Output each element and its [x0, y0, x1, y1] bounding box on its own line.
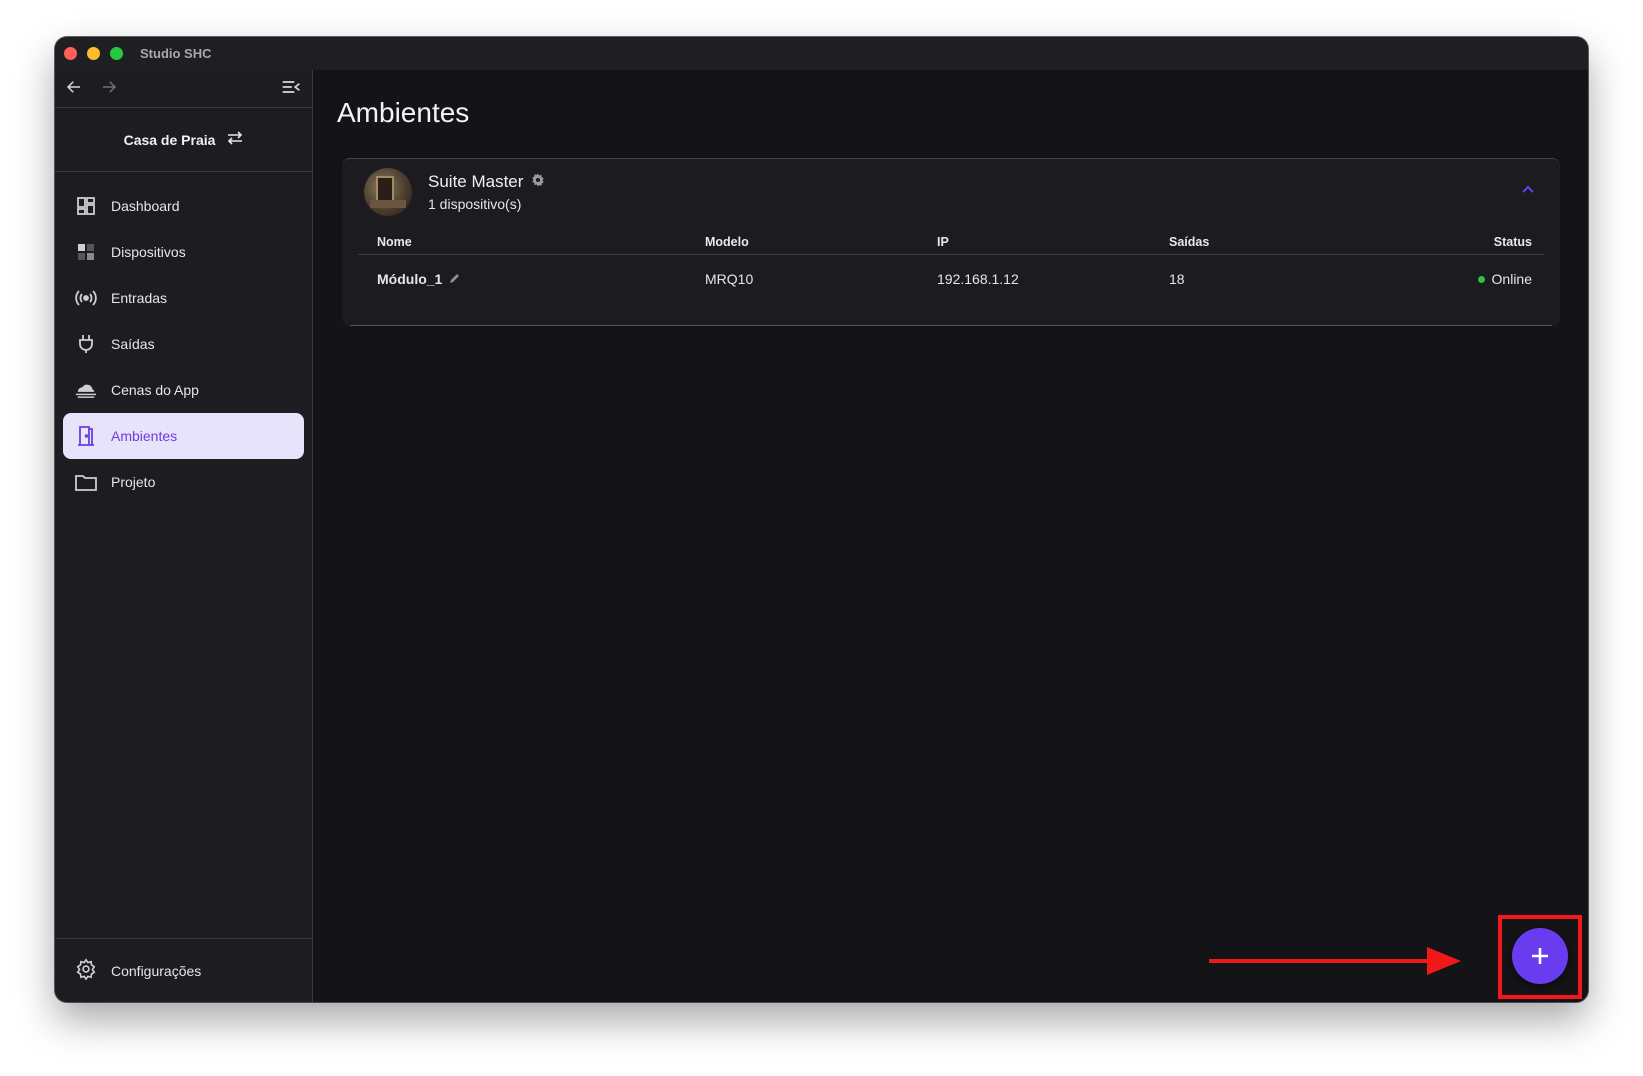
room-card: Suite Master 1 dispositivo(s) Nome Model…: [342, 158, 1560, 326]
sidebar-menu: Dashboard Dispositivos Entradas Saídas C…: [55, 172, 312, 505]
column-header: Nome: [377, 234, 412, 249]
page-title: Ambientes: [337, 97, 470, 128]
column-header: Modelo: [705, 234, 749, 249]
table-header: Nome Modelo IP Saídas Status: [358, 229, 1544, 255]
minimize-window-button[interactable]: [87, 47, 100, 60]
settings-label: Configurações: [111, 962, 202, 979]
back-arrow-icon[interactable]: [65, 78, 83, 101]
sidebar: Casa de Praia Dashboard Dispositivos Ent…: [55, 70, 313, 1002]
room-title: Suite Master: [428, 172, 545, 192]
sidebar-item-dispositivos[interactable]: Dispositivos: [63, 229, 304, 275]
cloud-icon: [75, 379, 97, 401]
online-status-dot: [1477, 275, 1485, 283]
close-window-button[interactable]: [64, 47, 77, 60]
status-text: Online: [1491, 271, 1532, 287]
annotation-arrow: [1209, 947, 1461, 975]
swap-icon: [227, 131, 243, 148]
column-header: Status: [1493, 234, 1532, 249]
broadcast-icon: [75, 287, 97, 309]
project-switcher[interactable]: Casa de Praia: [55, 108, 312, 172]
door-icon: [75, 425, 97, 447]
table-row[interactable]: Módulo_1 MRQ10 192.168.1.12 18 Online: [358, 255, 1544, 303]
dashboard-icon: [75, 195, 97, 217]
window-title: Studio SHC: [140, 46, 212, 61]
room-settings-gear-icon[interactable]: [531, 172, 545, 192]
device-status: Online: [1401, 271, 1544, 287]
devices-icon: [75, 241, 97, 263]
sidebar-item-ambientes[interactable]: Ambientes: [63, 413, 304, 459]
column-header: Saídas: [1169, 234, 1210, 249]
sidebar-item-label: Projeto: [111, 474, 156, 490]
device-ip: 192.168.1.12: [937, 271, 1019, 287]
sidebar-item-entradas[interactable]: Entradas: [63, 275, 304, 321]
device-outputs: 18: [1169, 271, 1185, 287]
device-name-cell: Módulo_1: [358, 271, 705, 287]
main-content: Ambientes Suite Master 1 dispositivo(s) …: [313, 70, 1588, 1002]
sidebar-item-projeto[interactable]: Projeto: [63, 459, 304, 505]
forward-arrow-icon[interactable]: [100, 78, 118, 101]
sidebar-item-label: Dashboard: [111, 198, 180, 214]
sidebar-item-label: Dispositivos: [111, 244, 186, 260]
sidebar-item-configuracoes[interactable]: Configurações: [55, 938, 312, 1002]
app-window: Studio SHC Casa de Praia Dashboard Dispo…: [55, 37, 1588, 1002]
column-header: IP: [937, 234, 949, 249]
title-bar: Studio SHC: [55, 37, 1588, 70]
collapse-sidebar-icon[interactable]: [281, 78, 301, 101]
device-name: Módulo_1: [377, 271, 443, 287]
device-model: MRQ10: [705, 271, 754, 287]
maximize-window-button[interactable]: [110, 47, 123, 60]
sidebar-item-label: Saídas: [111, 336, 155, 352]
project-name: Casa de Praia: [123, 131, 216, 148]
device-count: 1 dispositivo(s): [428, 196, 522, 212]
chevron-up-icon[interactable]: [1521, 181, 1535, 199]
sidebar-item-cenas[interactable]: Cenas do App: [63, 367, 304, 413]
sidebar-item-label: Ambientes: [111, 428, 178, 444]
room-avatar: [364, 168, 412, 216]
sidebar-item-saidas[interactable]: Saídas: [63, 321, 304, 367]
folder-icon: [75, 471, 97, 493]
sidebar-item-label: Cenas do App: [111, 382, 199, 398]
plus-icon: [1532, 948, 1548, 964]
devices-table: Nome Modelo IP Saídas Status Módulo_1 MR…: [358, 229, 1544, 303]
room-name: Suite Master: [428, 172, 524, 191]
add-room-button[interactable]: [1512, 928, 1568, 984]
edit-pencil-icon[interactable]: [449, 271, 461, 287]
sidebar-item-label: Entradas: [111, 290, 168, 306]
sidebar-item-dashboard[interactable]: Dashboard: [63, 183, 304, 229]
plug-icon: [75, 333, 97, 355]
sidebar-navigation: [55, 70, 312, 108]
gear-icon: [75, 958, 97, 983]
